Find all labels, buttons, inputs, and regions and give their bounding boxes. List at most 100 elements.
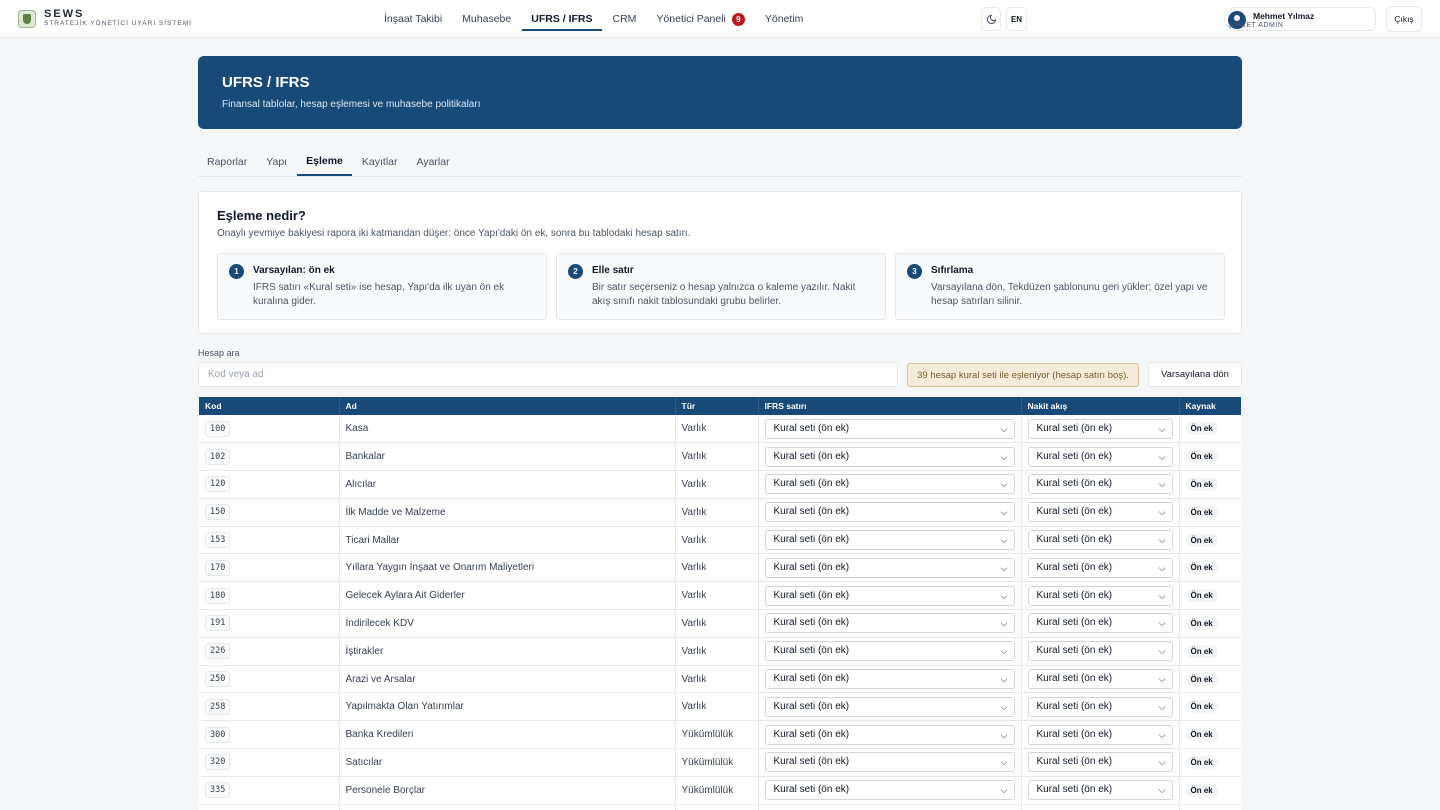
select-value: Kural seti (ön ek) — [1036, 478, 1113, 490]
source-badge: Ön ek — [1185, 672, 1218, 686]
select-value: Kural seti (ön ek) — [1036, 756, 1113, 768]
step-number: 3 — [907, 264, 922, 279]
source-badge: Ön ek — [1185, 533, 1218, 547]
cash-flow-select[interactable]: Kural seti (ön ek) ⌵ — [1027, 724, 1173, 745]
chevron-down-icon: ⌵ — [1158, 729, 1166, 740]
logout-button[interactable]: Çıkış — [1386, 6, 1422, 32]
source-badge: Ön ek — [1185, 505, 1218, 519]
account-code: 320 — [205, 754, 231, 771]
ifrs-line-select[interactable]: Kural seti (ön ek) ⌵ — [764, 418, 1015, 439]
cash-flow-select[interactable]: Kural seti (ön ek) ⌵ — [1027, 446, 1173, 467]
tab-yapi[interactable]: Yapı — [257, 148, 296, 176]
cash-flow-select[interactable]: Kural seti (ön ek) ⌵ — [1027, 641, 1173, 662]
ifrs-line-select[interactable]: Kural seti (ön ek) ⌵ — [764, 752, 1015, 773]
mapping-notice: 39 hesap kural seti ile eşleniyor (hesap… — [907, 363, 1139, 387]
column-header-source[interactable]: Kaynak — [1179, 397, 1241, 415]
select-value: Kural seti (ön ek) — [773, 728, 850, 740]
ifrs-line-select[interactable]: Kural seti (ön ek) ⌵ — [764, 557, 1015, 578]
ifrs-line-select[interactable]: Kural seti (ön ek) ⌵ — [764, 696, 1015, 717]
select-value: Kural seti (ön ek) — [773, 700, 850, 712]
tab-kayitlar[interactable]: Kayıtlar — [353, 148, 407, 176]
mapping-table: Kod Ad Tür IFRS satırı Nakit akış Kaynak… — [199, 397, 1241, 810]
cash-flow-select[interactable]: Kural seti (ön ek) ⌵ — [1027, 530, 1173, 551]
chevron-down-icon: ⌵ — [1158, 674, 1166, 685]
cell-ifrs-line: Kural seti (ön ek) ⌵ — [758, 526, 1022, 555]
tab-raporlar[interactable]: Raporlar — [198, 148, 256, 176]
cell-ifrs-line: Kural seti (ön ek) ⌵ — [758, 748, 1022, 777]
table-row: 300 Banka Kredileri Yükümlülük Kural seti (… — [199, 720, 1241, 750]
page-subtitle: Finansal tablolar, hesap eşlemesi ve muh… — [222, 99, 481, 110]
ifrs-line-select[interactable]: Kural seti (ön ek) ⌵ — [764, 585, 1015, 606]
chevron-down-icon: ⌵ — [1000, 562, 1008, 573]
ifrs-line-select[interactable]: Kural seti (ön ek) ⌵ — [764, 502, 1015, 523]
brand[interactable]: SEWS STRATEJİK YÖNETİCİ UYARI SİSTEMİ — [18, 9, 192, 28]
cell-type: Varlık — [675, 442, 759, 472]
chevron-down-icon: ⌵ — [1000, 757, 1008, 768]
cell-source: Ön ek — [1179, 776, 1241, 805]
account-code: 180 — [205, 587, 231, 604]
ifrs-line-select[interactable]: Kural seti (ön ek) ⌵ — [764, 613, 1015, 634]
table-row: 258 Yapılmakta Olan Yatırımlar Varlık Kural… — [199, 692, 1241, 722]
tab-ayarlar[interactable]: Ayarlar — [408, 148, 459, 176]
cell-source: Ön ek — [1179, 665, 1241, 694]
nav-item-yonetici-paneli[interactable]: Yönetici Paneli 9 — [647, 0, 753, 38]
select-value: Kural seti (ön ek) — [773, 645, 850, 657]
ifrs-line-select[interactable]: Kural seti (ön ek) ⌵ — [764, 780, 1015, 801]
user-role: ŞİRKET ADMİN — [1228, 22, 1284, 29]
cash-flow-select[interactable]: Kural seti (ön ek) ⌵ — [1027, 669, 1173, 690]
account-code: 335 — [205, 782, 231, 799]
cash-flow-select[interactable]: Kural seti (ön ek) ⌵ — [1027, 418, 1173, 439]
column-header-code[interactable]: Kod — [199, 397, 340, 415]
nav-item-insaat-takibi[interactable]: İnşaat Takibi — [375, 0, 451, 38]
cell-cash-flow: Kural seti (ön ek) ⌵ — [1021, 692, 1180, 722]
cell-source: Ön ek — [1179, 442, 1241, 472]
ifrs-line-select[interactable]: Kural seti (ön ek) ⌵ — [764, 530, 1015, 551]
chevron-down-icon: ⌵ — [1158, 701, 1166, 712]
nav-item-ufrs-ifrs[interactable]: UFRS / IFRS — [522, 0, 602, 38]
cell-name — [339, 804, 676, 810]
cash-flow-select[interactable]: Kural seti (ön ek) ⌵ — [1027, 585, 1173, 606]
column-header-cash-flow[interactable]: Nakit akış — [1021, 397, 1180, 415]
cell-name: Gelecek Aylara Ait Giderler — [339, 581, 676, 611]
tab-esleme[interactable]: Eşleme — [297, 148, 352, 176]
select-value: Kural seti (ön ek) — [1036, 645, 1113, 657]
main-nav: İnşaat Takibi Muhasebe UFRS / IFRS CRM Y… — [374, 0, 813, 38]
table-row: 335 Personele Borçlar Yükümlülük Kural seti… — [199, 776, 1241, 805]
source-badge: Ön ek — [1185, 422, 1218, 436]
cell-ifrs-line: Kural seti (ön ek) ⌵ — [758, 498, 1022, 527]
cash-flow-select[interactable]: Kural seti (ön ek) ⌵ — [1027, 613, 1173, 634]
column-header-type[interactable]: Tür — [675, 397, 759, 415]
select-value: Kural seti (ön ek) — [773, 534, 850, 546]
column-header-name[interactable]: Ad — [339, 397, 676, 415]
ifrs-line-select[interactable]: Kural seti (ön ek) ⌵ — [764, 474, 1015, 495]
ifrs-line-select[interactable]: Kural seti (ön ek) ⌵ — [764, 641, 1015, 662]
ifrs-line-select[interactable]: Kural seti (ön ek) ⌵ — [764, 724, 1015, 745]
cell-source: Ön ek — [1179, 581, 1241, 611]
cash-flow-select[interactable]: Kural seti (ön ek) ⌵ — [1027, 474, 1173, 495]
cell-code: 258 — [199, 692, 340, 722]
chevron-down-icon: ⌵ — [1000, 729, 1008, 740]
language-button[interactable]: EN — [1006, 7, 1027, 31]
nav-item-yonetim[interactable]: Yönetim — [756, 0, 813, 38]
account-search-input[interactable] — [198, 362, 898, 387]
cell-name: Bankalar — [339, 442, 676, 472]
nav-item-muhasebe[interactable]: Muhasebe — [453, 0, 520, 38]
cell-source: Ön ek — [1179, 692, 1241, 722]
cash-flow-select[interactable]: Kural seti (ön ek) ⌵ — [1027, 780, 1173, 801]
reset-to-default-button[interactable]: Varsayılana dön — [1148, 362, 1242, 387]
column-header-ifrs-line[interactable]: IFRS satırı — [758, 397, 1022, 415]
ifrs-line-select[interactable]: Kural seti (ön ek) ⌵ — [764, 669, 1015, 690]
nav-item-crm[interactable]: CRM — [604, 0, 646, 38]
theme-toggle-button[interactable] — [981, 7, 1001, 31]
cash-flow-select[interactable]: Kural seti (ön ek) ⌵ — [1027, 502, 1173, 523]
cell-type: Varlık — [675, 498, 759, 527]
chevron-down-icon: ⌵ — [1158, 423, 1166, 434]
ifrs-line-select[interactable]: Kural seti (ön ek) ⌵ — [764, 446, 1015, 467]
cash-flow-select[interactable]: Kural seti (ön ek) ⌵ — [1027, 752, 1173, 773]
cell-ifrs-line: Kural seti (ön ek) ⌵ — [758, 470, 1022, 499]
cash-flow-select[interactable]: Kural seti (ön ek) ⌵ — [1027, 696, 1173, 717]
brand-logo-icon — [18, 9, 36, 28]
table-row — [199, 804, 1241, 810]
cash-flow-select[interactable]: Kural seti (ön ek) ⌵ — [1027, 557, 1173, 578]
user-menu[interactable]: Mehmet Yılmaz ŞİRKET ADMİN — [1224, 7, 1376, 31]
